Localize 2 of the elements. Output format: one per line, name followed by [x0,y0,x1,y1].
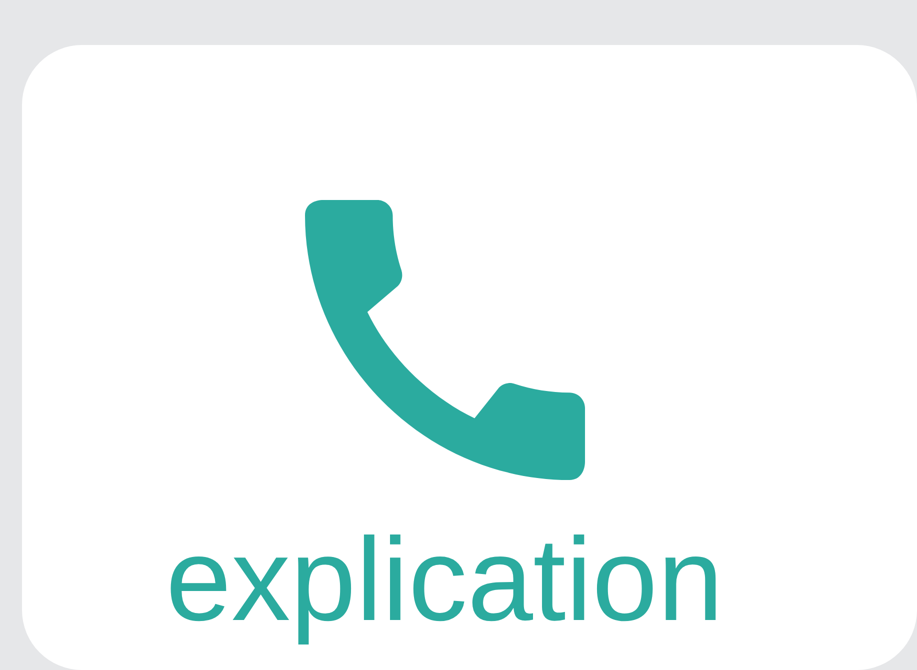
card-label: explication [166,513,724,648]
phone-icon [304,200,584,480]
